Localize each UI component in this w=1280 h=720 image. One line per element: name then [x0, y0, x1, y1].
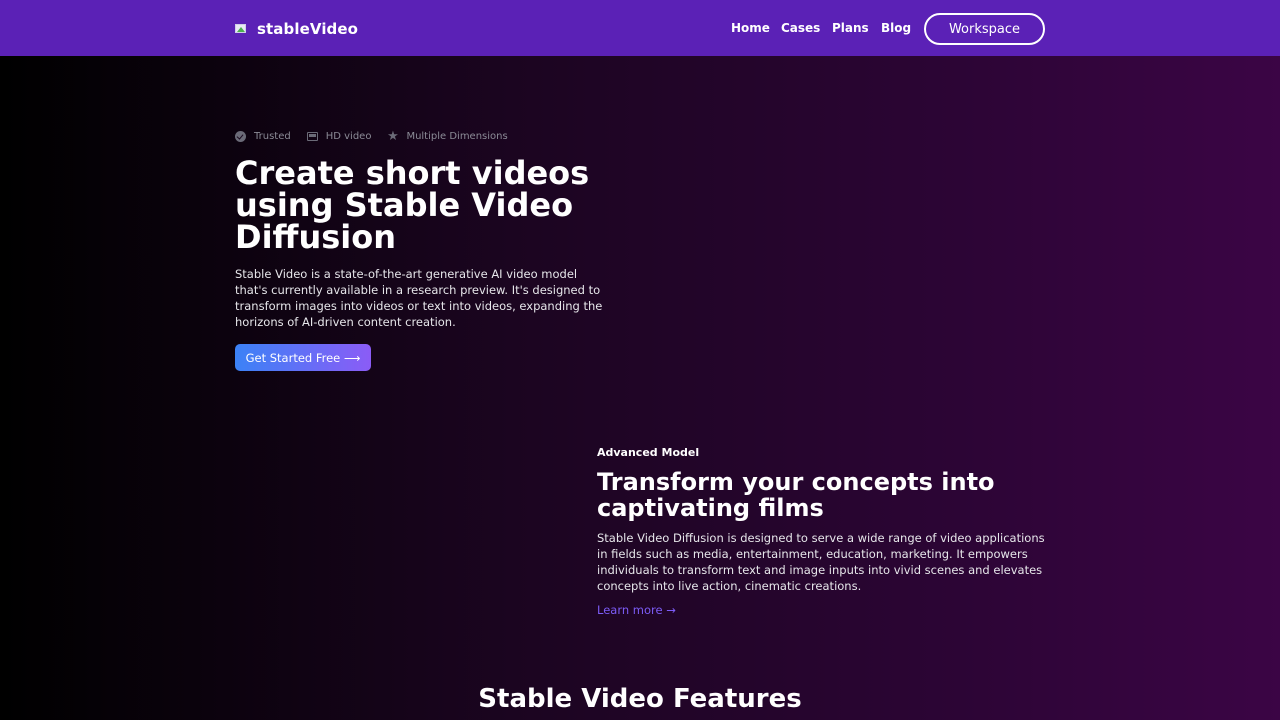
badge-hd-video: HD video — [306, 131, 372, 142]
brand-name[interactable]: stableVideo — [257, 20, 358, 38]
section-title: Transform your concepts into captivating… — [597, 468, 995, 522]
get-started-button[interactable]: Get Started Free ⟶ — [235, 344, 371, 371]
section-eyebrow: Advanced Model — [597, 446, 700, 459]
badge-trusted: Trusted — [235, 131, 291, 142]
hero-badges: Trusted HD video ★ Multiple Dimensions — [235, 129, 524, 144]
nav-plans[interactable]: Plans — [832, 21, 869, 35]
features-title: Stable Video Features — [478, 684, 802, 714]
star-icon: ★ — [387, 129, 399, 144]
nav-home[interactable]: Home — [731, 21, 770, 35]
nav-blog[interactable]: Blog — [881, 21, 911, 35]
learn-more-link[interactable]: Learn more → — [597, 603, 676, 617]
section-description: Stable Video Diffusion is designed to se… — [597, 531, 1045, 593]
top-navbar: stableVideo Home Cases Plans Blog Worksp… — [0, 0, 1280, 56]
workspace-button[interactable]: Workspace — [924, 13, 1045, 45]
badge-label: Multiple Dimensions — [406, 131, 508, 142]
nav-cases[interactable]: Cases — [781, 21, 820, 35]
broken-image-logo-icon — [235, 23, 247, 35]
badge-label: Trusted — [254, 131, 291, 142]
badge-label: HD video — [325, 131, 372, 142]
badge-multiple-dimensions: ★ Multiple Dimensions — [387, 129, 508, 144]
brand[interactable]: stableVideo — [235, 20, 358, 38]
film-icon — [306, 131, 318, 142]
check-circle-icon — [235, 131, 246, 142]
hero-title: Create short videos using Stable Video D… — [235, 154, 590, 256]
hero-description: Stable Video is a state-of-the-art gener… — [235, 267, 603, 329]
